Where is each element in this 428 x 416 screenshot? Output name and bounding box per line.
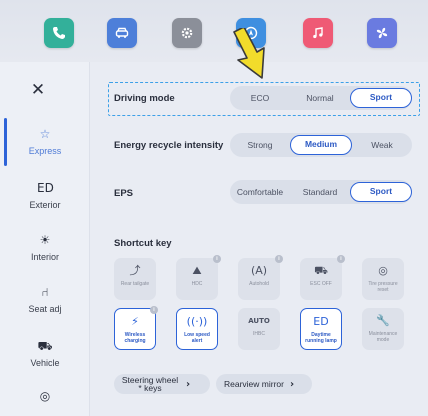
- shortcut-key-label: Wireless charging: [124, 332, 146, 344]
- shortcut-key-label: Autohold: [249, 281, 269, 287]
- driving-mode-normal[interactable]: Normal: [290, 88, 350, 108]
- shortcut-rear-tailgate[interactable]: ⤴ Rear tailgate: [114, 258, 156, 300]
- energy-recycle-label: Energy recycle intensity: [114, 140, 224, 151]
- energy-recycle-medium[interactable]: Medium: [290, 135, 352, 155]
- shortcut-hdc[interactable]: i ⛰ HDC: [176, 255, 221, 300]
- wrench-icon: 🔧: [376, 314, 390, 327]
- shortcut-key-label: Tire pressure reset: [368, 281, 398, 293]
- shortcut-wireless-charging[interactable]: i ⚡ Wireless charging: [114, 306, 158, 350]
- rearview-mirror-label: Rearview mirror: [224, 379, 284, 389]
- shortcut-key-label: Maintenance mode: [368, 331, 398, 343]
- shortcut-tire-pressure-reset[interactable]: ◎ Tire pressure reset: [362, 258, 404, 300]
- shortcut-key-label: ESC OFF: [310, 281, 332, 287]
- eps-selector: Comfortable Standard Sport: [230, 180, 412, 204]
- vehicle-icon: ⛟: [37, 339, 53, 353]
- daytime-lamp-icon: ED: [313, 315, 329, 328]
- eps-standard[interactable]: Standard: [290, 182, 350, 202]
- shortcut-autohold[interactable]: i (A) Autohold: [238, 255, 283, 300]
- rearview-mirror-button[interactable]: Rearview mirror ›: [216, 374, 312, 394]
- sidebar-item-vehicle[interactable]: ⛟ Vehicle: [8, 338, 82, 368]
- sidebar-item-label: Vehicle: [30, 358, 60, 368]
- interior-light-icon: ☀: [39, 233, 51, 247]
- close-icon[interactable]: ✕: [28, 80, 48, 100]
- phone-icon[interactable]: [44, 18, 74, 48]
- low-speed-alert-icon: ((·)): [186, 315, 208, 328]
- shortcut-daytime-running-lamp[interactable]: ED Daytime running lamp: [300, 308, 342, 350]
- steering-wheel-icon: ◎: [39, 389, 51, 403]
- driving-mode-selector: ECO Normal Sport: [230, 86, 412, 110]
- seat-icon: ⑁: [41, 285, 49, 299]
- headlight-icon: ED: [37, 181, 54, 195]
- shortcut-key-label: Daytime running lamp: [305, 332, 337, 344]
- driving-mode-sport[interactable]: Sport: [350, 88, 412, 108]
- tire-pressure-icon: ◎: [378, 264, 388, 277]
- driving-mode-label: Driving mode: [114, 93, 175, 104]
- eps-sport[interactable]: Sport: [350, 182, 412, 202]
- sidebar-active-indicator: [4, 118, 7, 166]
- sidebar-item-label: Exterior: [29, 200, 61, 210]
- shortcut-ihbc[interactable]: AUTO IHBC: [238, 308, 280, 350]
- sidebar-item-interior[interactable]: ☀ Interior: [8, 232, 82, 262]
- wireless-charging-icon: ⚡: [131, 315, 139, 328]
- shortcut-key-label: Low speed alert: [184, 332, 210, 344]
- sidebar-item-label: Express: [28, 146, 62, 156]
- star-icon: ☆: [39, 127, 51, 141]
- info-icon[interactable]: i: [213, 255, 221, 263]
- sidebar-item-exterior[interactable]: ED Exterior: [8, 180, 82, 210]
- fan-icon[interactable]: [367, 18, 397, 48]
- settings-panel: Driving mode ECO Normal Sport Energy rec…: [90, 62, 428, 416]
- highlight-arrow-icon: [233, 28, 265, 79]
- esc-off-icon: ⛟: [314, 264, 328, 277]
- info-icon[interactable]: i: [150, 306, 158, 314]
- driving-mode-eco[interactable]: ECO: [230, 88, 290, 108]
- shortcut-key-label: IHBC: [253, 331, 265, 337]
- hill-descent-icon: ⛰: [192, 264, 202, 277]
- sidebar-item-seat-adj[interactable]: ⑁ Seat adj: [8, 284, 82, 314]
- shortcut-maintenance-mode[interactable]: 🔧 Maintenance mode: [362, 308, 404, 350]
- sidebar-item-express[interactable]: ☆ Express: [8, 126, 82, 156]
- car-icon[interactable]: [107, 18, 137, 48]
- tailgate-icon: ⤴: [129, 264, 141, 277]
- energy-recycle-selector: Strong Medium Weak: [230, 133, 412, 157]
- chevron-right-icon: ›: [289, 378, 295, 390]
- sidebar-item-label: Interior: [30, 252, 59, 262]
- info-icon[interactable]: i: [337, 255, 345, 263]
- energy-recycle-weak[interactable]: Weak: [352, 135, 412, 155]
- music-icon[interactable]: [303, 18, 333, 48]
- shortcut-key-label: Shortcut key: [114, 238, 172, 249]
- sidebar-item-label: Seat adj: [28, 304, 62, 314]
- eps-comfortable[interactable]: Comfortable: [230, 182, 290, 202]
- shortcut-esc-off[interactable]: i ⛟ ESC OFF: [300, 255, 345, 300]
- steering-wheel-keys-button[interactable]: Steering wheel * keys ›: [114, 374, 210, 394]
- info-icon[interactable]: i: [275, 255, 283, 263]
- chevron-right-icon: ›: [186, 378, 191, 390]
- ihbc-icon: AUTO: [248, 317, 270, 325]
- shortcut-key-label: Rear tailgate: [120, 281, 150, 287]
- steering-wheel-keys-label: Steering wheel * keys: [121, 375, 179, 393]
- settings-gear-icon[interactable]: [172, 18, 202, 48]
- app-bar: [0, 0, 428, 62]
- energy-recycle-strong[interactable]: Strong: [230, 135, 290, 155]
- sidebar-item-steering[interactable]: ◎: [8, 388, 82, 404]
- eps-label: EPS: [114, 188, 134, 199]
- sidebar: ✕ ☆ Express ED Exterior ☀ Interior ⑁ Sea…: [0, 62, 90, 416]
- shortcut-key-label: HDC: [191, 281, 203, 287]
- autohold-icon: (A): [250, 264, 268, 277]
- shortcut-low-speed-alert[interactable]: ((·)) Low speed alert: [176, 308, 218, 350]
